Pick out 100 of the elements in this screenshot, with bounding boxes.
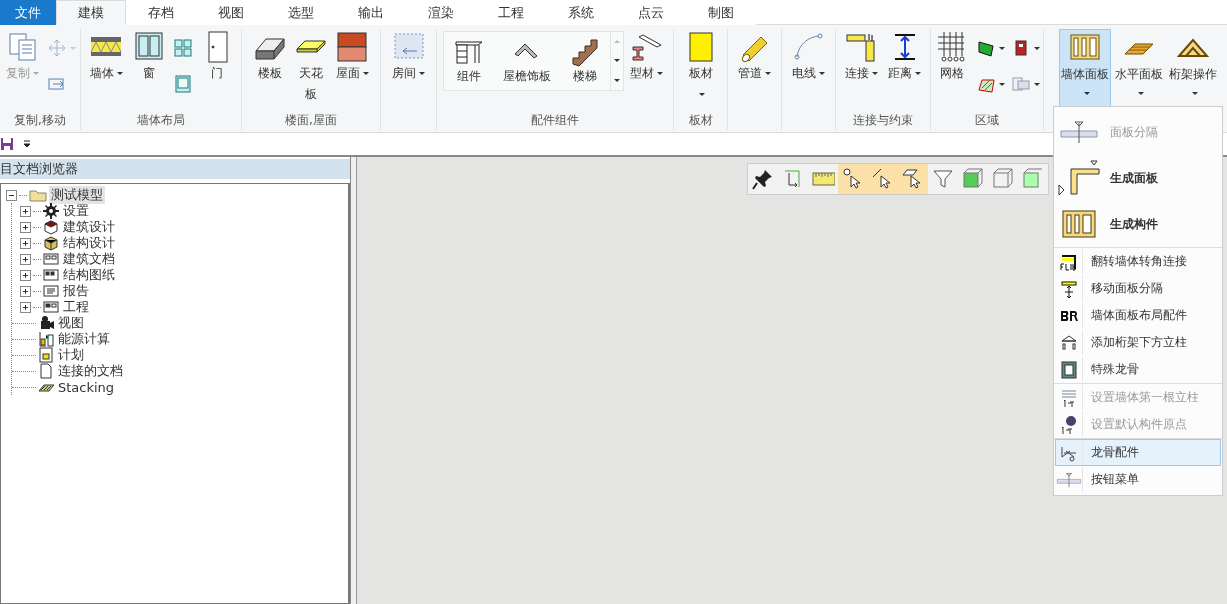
- tree-item[interactable]: 连接的文档: [56, 362, 125, 380]
- gallery-item[interactable]: 屋檐饰板: [494, 32, 560, 90]
- energy-calc-icon: [38, 331, 54, 347]
- overlapping-boxes-icon: [1011, 74, 1031, 94]
- split-ribbon-button[interactable]: 墙体面板: [1059, 29, 1111, 109]
- tree-item[interactable]: 能源计算: [56, 330, 112, 348]
- origin-ball-icon: [1060, 414, 1078, 435]
- menu-item[interactable]: 翻转墙体转角连接: [1055, 248, 1221, 275]
- group-label: 连接与约束: [853, 111, 913, 129]
- documents-icon: [6, 31, 39, 63]
- window-grid-icon: [172, 38, 193, 58]
- ribbon-button[interactable]: 距离: [884, 29, 925, 86]
- roofed-cube-icon: [43, 219, 59, 235]
- ribbon-button[interactable]: 板材: [681, 29, 720, 107]
- menu-item[interactable]: 生成面板: [1055, 155, 1221, 201]
- join-icon: [845, 31, 878, 63]
- toolbar-button[interactable]: [898, 164, 928, 194]
- tree-item[interactable]: 测试模型: [49, 186, 105, 204]
- tree-item[interactable]: 工程: [61, 298, 91, 316]
- expand-icon[interactable]: [20, 301, 31, 313]
- ribbon-button[interactable]: 天花板: [291, 29, 330, 107]
- ribbon-button[interactable]: 墙体: [85, 29, 127, 86]
- menu-item[interactable]: 移动面板分隔: [1055, 275, 1221, 302]
- dropdown-icon: [22, 139, 32, 149]
- caret-icon: [999, 82, 1005, 86]
- group-label: 配件组件: [531, 111, 579, 129]
- menu-item[interactable]: 墙体面板布局配件: [1055, 302, 1221, 329]
- split-ribbon-button[interactable]: 水平面板: [1113, 29, 1165, 109]
- roof-icon: [336, 31, 368, 63]
- half-cube-icon: [1021, 167, 1045, 191]
- wire-cube-icon: [991, 167, 1015, 191]
- drawing-sheet-icon: [43, 267, 59, 283]
- ribbon-button[interactable]: 门: [196, 29, 237, 86]
- blank-page-icon: [38, 363, 54, 379]
- tree-item[interactable]: 计划: [56, 346, 86, 364]
- tree-item[interactable]: Stacking: [56, 379, 117, 395]
- gallery-item[interactable]: 楼梯: [560, 32, 610, 90]
- expand-icon[interactable]: [20, 253, 31, 265]
- stairs-icon: [569, 36, 601, 68]
- ribbon-button[interactable]: 窗: [128, 29, 169, 86]
- cube-icon: [43, 235, 59, 251]
- caret-icon: [116, 72, 123, 75]
- folder-icon: [29, 188, 47, 202]
- document-card-icon: [43, 251, 59, 267]
- split-ribbon-button[interactable]: 桁架操作: [1167, 29, 1219, 109]
- project-sheet-icon: [43, 299, 59, 315]
- menu-item[interactable]: 添加桁架下方立柱: [1055, 329, 1221, 356]
- ribbon-tab[interactable]: 建模: [56, 0, 126, 25]
- filter-icon: [931, 167, 955, 191]
- ribbon-button[interactable]: 屋面: [331, 29, 373, 86]
- ribbon-button[interactable]: 房间: [388, 29, 429, 86]
- gallery-item[interactable]: 组件: [444, 32, 494, 90]
- tree-item[interactable]: 建筑设计: [61, 218, 117, 236]
- special-stud-icon: [1060, 359, 1078, 380]
- menu-item[interactable]: 龙骨配件: [1055, 439, 1221, 466]
- first-stud-icon: [1060, 387, 1078, 408]
- area-polygon-icon: [976, 38, 996, 58]
- tree-item[interactable]: 报告: [61, 282, 91, 300]
- caret-icon: [1191, 92, 1198, 95]
- ribbon-button[interactable]: 型材: [626, 29, 667, 86]
- expand-icon[interactable]: [20, 285, 31, 297]
- curve-icon: [792, 31, 825, 63]
- ribbon-button[interactable]: 电线: [788, 29, 829, 86]
- expand-icon[interactable]: [20, 205, 31, 217]
- caret-icon: [1083, 92, 1090, 95]
- ribbon-button[interactable]: 管道: [734, 29, 775, 86]
- caret-icon: [419, 72, 425, 75]
- caret-icon: [872, 72, 878, 75]
- file-menu-tab[interactable]: 文件: [0, 0, 56, 25]
- tree-item[interactable]: 结构图纸: [61, 266, 117, 284]
- caret-icon: [1034, 82, 1040, 86]
- collapse-icon[interactable]: [6, 189, 17, 201]
- move-icon: [47, 38, 67, 58]
- group-label: 墙体布局: [137, 111, 185, 129]
- caret-icon: [1137, 92, 1144, 95]
- ribbon-button[interactable]: 连接: [841, 29, 882, 86]
- caret-icon: [1034, 46, 1040, 50]
- toolbar-button[interactable]: [838, 164, 868, 194]
- tree-item[interactable]: 视图: [56, 314, 86, 332]
- panel-title: 目文档浏览器: [0, 159, 350, 179]
- frame-members-icon: [1061, 208, 1097, 240]
- caret-icon: [915, 72, 921, 75]
- camera-icon: [38, 315, 54, 331]
- plan-icon: [38, 347, 54, 363]
- ribbon-button[interactable]: 楼板: [249, 29, 290, 86]
- move-divider-icon: [1060, 278, 1078, 299]
- group-label: 板材: [688, 111, 713, 129]
- menu-item[interactable]: 特殊龙骨: [1055, 356, 1221, 383]
- ribbon-button[interactable]: 网格: [932, 29, 972, 86]
- expand-icon[interactable]: [20, 269, 31, 281]
- tree-item[interactable]: 设置: [61, 202, 91, 220]
- report-icon: [43, 283, 59, 299]
- expand-icon[interactable]: [20, 237, 31, 249]
- window-icon: [132, 31, 165, 63]
- tree-item[interactable]: 结构设计: [61, 234, 117, 252]
- menu-item[interactable]: 按钮菜单: [1055, 466, 1221, 493]
- panel-corner-icon: [1057, 159, 1101, 197]
- expand-icon[interactable]: [20, 221, 31, 233]
- menu-item[interactable]: 生成构件: [1055, 201, 1221, 247]
- tree-item[interactable]: 建筑文档: [61, 250, 117, 268]
